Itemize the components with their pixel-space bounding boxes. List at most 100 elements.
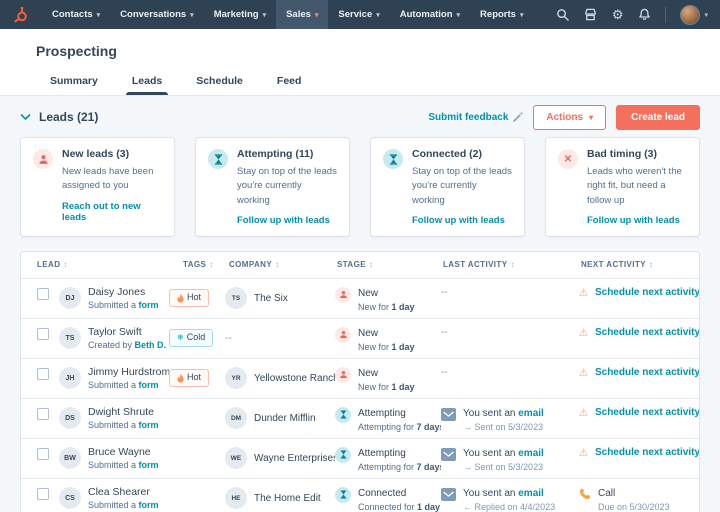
chevron-down-icon: ▾ bbox=[520, 11, 524, 19]
table-row: TS Taylor Swift Created by Beth D. ❄ Col… bbox=[21, 319, 699, 359]
nav-menu: Contacts▾ Conversations▾ Marketing▾ Sale… bbox=[42, 0, 533, 29]
column-header-stage[interactable]: Stage↕ bbox=[335, 260, 441, 269]
row-checkbox[interactable] bbox=[37, 488, 49, 500]
email-link[interactable]: email bbox=[518, 488, 544, 499]
nav-item-marketing[interactable]: Marketing▾ bbox=[204, 0, 276, 29]
stage-label: New bbox=[358, 327, 415, 341]
nav-item-sales[interactable]: Sales▾ bbox=[276, 0, 328, 29]
card-body: Leads who weren't the right fit, but nee… bbox=[587, 165, 687, 208]
nav-item-service[interactable]: Service▾ bbox=[328, 0, 389, 29]
collapse-chevron-icon[interactable] bbox=[20, 113, 31, 121]
reply-arrow-icon: ← bbox=[463, 502, 472, 512]
row-checkbox[interactable] bbox=[37, 448, 49, 460]
tab-leads[interactable]: Leads bbox=[118, 69, 176, 95]
card-body: New leads have been assigned to you bbox=[62, 165, 162, 194]
column-header-company[interactable]: Company↕ bbox=[225, 260, 335, 269]
sort-icon: ↕ bbox=[275, 260, 279, 269]
submit-feedback-link[interactable]: Submit feedback bbox=[428, 112, 523, 123]
leads-count-heading: Leads (21) bbox=[39, 110, 98, 124]
no-company-dash: -- bbox=[225, 333, 232, 344]
schedule-next-activity-button[interactable]: Schedule next activity ▾ bbox=[595, 447, 699, 458]
stage-label: Attempting bbox=[358, 447, 441, 461]
schedule-next-activity-button[interactable]: Schedule next activity ▾ bbox=[595, 327, 699, 338]
sort-icon: ↕ bbox=[63, 260, 67, 269]
column-header-tags[interactable]: Tags↕ bbox=[169, 260, 225, 269]
schedule-next-activity-button[interactable]: Schedule next activity ▾ bbox=[595, 287, 699, 298]
bell-icon[interactable] bbox=[637, 8, 651, 22]
chevron-down-icon: ▾ bbox=[704, 11, 708, 19]
sort-icon: ↕ bbox=[369, 260, 373, 269]
search-icon[interactable] bbox=[556, 8, 570, 22]
lead-avatar: CS bbox=[59, 487, 81, 509]
leads-table: Lead↕ Tags↕ Company↕ Stage↕ Last activit… bbox=[20, 251, 700, 512]
user-avatar[interactable]: ▾ bbox=[680, 5, 708, 25]
card-body: Stay on top of the leads you're currentl… bbox=[412, 165, 512, 208]
gear-icon[interactable]: ⚙ bbox=[612, 8, 624, 21]
tab-summary[interactable]: Summary bbox=[36, 69, 112, 95]
company-name: The Six bbox=[254, 293, 288, 304]
schedule-next-activity-button[interactable]: Schedule next activity ▾ bbox=[595, 367, 699, 378]
nav-item-automation[interactable]: Automation▾ bbox=[390, 0, 470, 29]
card-title: Connected (2) bbox=[412, 148, 512, 160]
form-link[interactable]: form bbox=[139, 420, 159, 430]
form-link[interactable]: form bbox=[139, 300, 159, 310]
hubspot-logo-icon[interactable] bbox=[12, 5, 32, 25]
lead-name: Daisy Jones bbox=[88, 285, 159, 299]
lead-name: Clea Shearer bbox=[88, 485, 159, 499]
row-checkbox[interactable] bbox=[37, 368, 49, 380]
company-avatar: TS bbox=[225, 287, 247, 309]
card-link-follow-up[interactable]: Follow up with leads bbox=[237, 215, 337, 226]
card-link-reach-out[interactable]: Reach out to new leads bbox=[62, 201, 162, 223]
company-name: The Home Edit bbox=[254, 493, 321, 504]
create-lead-button[interactable]: Create lead bbox=[616, 105, 700, 130]
stage-hourglass-icon bbox=[335, 447, 351, 463]
tag-hot-badge: Hot bbox=[169, 369, 209, 387]
form-link[interactable]: form bbox=[139, 500, 159, 510]
company-avatar: YR bbox=[225, 367, 247, 389]
form-link[interactable]: form bbox=[139, 380, 159, 390]
email-icon bbox=[441, 408, 456, 421]
tag-hot-badge: Hot bbox=[169, 289, 209, 307]
lead-avatar: DS bbox=[59, 407, 81, 429]
tab-schedule[interactable]: Schedule bbox=[182, 69, 257, 95]
flame-icon bbox=[177, 294, 184, 303]
company-avatar: DM bbox=[225, 407, 247, 429]
creator-link[interactable]: Beth D. bbox=[135, 340, 167, 350]
column-header-next-activity[interactable]: Next activity↕ bbox=[579, 260, 699, 269]
lead-name: Dwight Shrute bbox=[88, 405, 159, 419]
row-checkbox[interactable] bbox=[37, 328, 49, 340]
card-link-follow-up[interactable]: Follow up with leads bbox=[587, 215, 687, 226]
schedule-next-activity-button[interactable]: Schedule next activity ▾ bbox=[595, 407, 699, 418]
feedback-pencil-icon bbox=[512, 112, 523, 123]
hourglass-icon bbox=[208, 149, 228, 169]
stage-hourglass-icon bbox=[335, 407, 351, 423]
card-link-follow-up[interactable]: Follow up with leads bbox=[412, 215, 512, 226]
stage-hourglass-icon bbox=[335, 487, 351, 503]
snowflake-icon: ❄ bbox=[177, 333, 184, 343]
nav-item-reports[interactable]: Reports▾ bbox=[470, 0, 533, 29]
chevron-down-icon: ▾ bbox=[190, 11, 194, 19]
nav-item-contacts[interactable]: Contacts▾ bbox=[42, 0, 110, 29]
row-checkbox[interactable] bbox=[37, 408, 49, 420]
company-avatar: HE bbox=[225, 487, 247, 509]
email-link[interactable]: email bbox=[518, 408, 544, 419]
tab-feed[interactable]: Feed bbox=[263, 69, 316, 95]
column-header-last-activity[interactable]: Last activity↕ bbox=[441, 260, 579, 269]
marketplace-icon[interactable] bbox=[584, 8, 598, 22]
nav-item-conversations[interactable]: Conversations▾ bbox=[110, 0, 204, 29]
main-content: Leads (21) Submit feedback Actions ▾ Cre… bbox=[0, 96, 720, 512]
email-link[interactable]: email bbox=[518, 448, 544, 459]
actions-button[interactable]: Actions ▾ bbox=[533, 105, 606, 130]
no-activity-dash: -- bbox=[441, 287, 448, 298]
row-checkbox[interactable] bbox=[37, 288, 49, 300]
company-name: Dunder Mifflin bbox=[254, 413, 316, 424]
column-header-lead[interactable]: Lead↕ bbox=[21, 260, 169, 269]
company-avatar: WE bbox=[225, 447, 247, 469]
card-connected: Connected (2) Stay on top of the leads y… bbox=[370, 137, 525, 237]
stage-label: New bbox=[358, 287, 415, 301]
card-title: Bad timing (3) bbox=[587, 148, 687, 160]
stage-new-icon bbox=[335, 327, 351, 343]
form-link[interactable]: form bbox=[139, 460, 159, 470]
warning-icon: ⚠ bbox=[579, 367, 588, 380]
table-row: BW Bruce Wayne Submitted a form WE Wayne… bbox=[21, 439, 699, 479]
